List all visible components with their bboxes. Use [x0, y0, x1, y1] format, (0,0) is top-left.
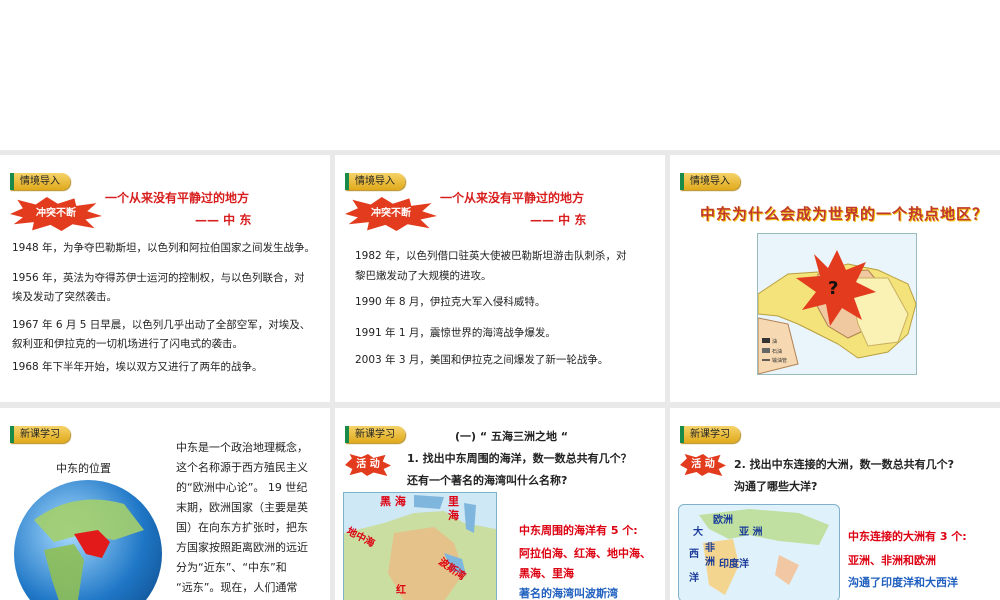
paragraph: 1991 年 1 月，震惊世界的海湾战争爆发。	[355, 327, 556, 339]
description-text: 中东是一个政治地理概念， 这个名称源于西方殖民主义 的“欧洲中心论”。 19 世…	[176, 441, 308, 594]
slide-thumbnail-1[interactable]: 情境导入 冲突不断 一个从来没有平静过的地方 —— 中 东 1948 年，为争夺…	[0, 155, 330, 402]
svg-text:西: 西	[689, 548, 699, 560]
section-heading: (一) “ 五海三洲之地 “	[455, 430, 569, 443]
svg-text:印度洋: 印度洋	[719, 557, 749, 570]
question-mark: ?	[828, 278, 838, 299]
paragraph: 1956 年，英法为夺得苏伊士运河的控制权，与以色列联合，对	[12, 272, 305, 284]
answer-title: 中东连接的大洲有 3 个:	[848, 530, 967, 543]
slide-title: 一个从来没有平静过的地方	[105, 191, 250, 205]
map-graphic: ? 油 石油 输油管	[757, 250, 917, 375]
paragraph: 1968 年下半年开始，埃以双方又进行了两年的战争。	[12, 361, 263, 373]
burst-badge: 冲突不断	[345, 197, 437, 231]
svg-text:输油管: 输油管	[772, 357, 787, 364]
seas-map: 黑 海 里 海 地中海 波斯湾 红	[343, 492, 497, 600]
question-1: 1. 找出中东周围的海洋，数一数总共有几个？	[407, 452, 632, 465]
blank-area	[0, 0, 1000, 150]
slide-thumbnail-4[interactable]: 新课学习 中东的位置 中东是一个政治地理概念， 这个名称源于西方殖民主义 的“欧…	[0, 408, 330, 600]
paragraph: 2003 年 3 月，美国和伊拉克之间爆发了新一轮战争。	[355, 354, 609, 366]
svg-text:大: 大	[693, 525, 703, 538]
continents-map: 欧洲 亚 洲 大 非 洲 西 洋 印度洋	[678, 504, 840, 600]
slide-thumbnail-6[interactable]: 新课学习 活 动 2. 找出中东连接的大洲，数一数总共有几个? 沟通了哪些大洋?…	[670, 408, 1000, 600]
svg-text:亚 洲: 亚 洲	[739, 526, 762, 538]
slide-thumbnail-2[interactable]: 情境导入 冲突不断 一个从来没有平静过的地方 —— 中 东 1982 年，以色列…	[335, 155, 665, 402]
question-1: 2. 找出中东连接的大洲，数一数总共有几个?	[734, 458, 955, 471]
paragraph: 1982 年，以色列借口驻英大使被巴勒斯坦游击队刺杀，对	[355, 250, 627, 262]
question-2: 沟通了哪些大洋?	[734, 480, 818, 493]
globe-image	[14, 480, 162, 600]
section-tag: 新课学习	[345, 426, 405, 443]
svg-text:非: 非	[705, 541, 715, 554]
svg-text:洋: 洋	[689, 571, 699, 584]
question-2: 还有一个著名的海湾叫什么名称?	[407, 474, 568, 487]
answer-title: 中东周围的海洋有 5 个:	[519, 524, 638, 537]
activity-badge: 活 动	[345, 454, 391, 476]
section-tag: 新课学习	[10, 426, 70, 443]
svg-text:红: 红	[396, 583, 406, 596]
svg-text:石油: 石油	[772, 348, 782, 355]
svg-text:欧洲: 欧洲	[713, 513, 733, 526]
burst-badge: 冲突不断	[10, 197, 102, 231]
slide-title: 一个从来没有平静过的地方	[440, 191, 585, 205]
answer-line-1: 亚洲、非洲和欧洲	[848, 554, 936, 567]
svg-text:黑 海: 黑 海	[380, 494, 406, 508]
paragraph: 1967 年 6 月 5 日早晨，以色列几乎出动了全部空军，对埃及、	[12, 319, 311, 331]
svg-text:里: 里	[448, 495, 459, 508]
slide-thumbnail-5[interactable]: 新课学习 (一) “ 五海三洲之地 “ 活 动 1. 找出中东周围的海洋，数一数…	[335, 408, 665, 600]
section-tag: 情境导入	[680, 173, 740, 190]
svg-text:油: 油	[772, 338, 777, 345]
slide-thumbnail-3[interactable]: 情境导入 中东为什么会成为世界的一个热点地区？ ? 油 石油 输油管	[670, 155, 1000, 402]
paragraph: 埃及发动了突然袭击。	[12, 291, 117, 303]
paragraph: 黎巴嫩发动了大规模的进攻。	[355, 270, 492, 282]
svg-text:海: 海	[448, 508, 459, 522]
section-tag: 情境导入	[345, 173, 405, 190]
svg-text:洲: 洲	[705, 556, 715, 568]
slide-subtitle: —— 中 东	[530, 213, 587, 227]
paragraph: 叙利亚和伊拉克的一切机场进行了闪电式的袭击。	[12, 338, 243, 350]
middle-east-map: ? 油 石油 输油管	[757, 233, 917, 375]
paragraph: 1948 年，为争夺巴勒斯坦，以色列和阿拉伯国家之间发生战争。	[12, 242, 316, 254]
section-tag: 新课学习	[680, 426, 740, 443]
globe-caption: 中东的位置	[56, 462, 111, 475]
answer-text: 阿拉伯海、红海、地中海、 黑海、里海 著名的海湾叫波斯湾	[519, 547, 651, 600]
question-title: 中东为什么会成为世界的一个热点地区？	[700, 205, 989, 223]
answer-line-2: 沟通了印度洋和大西洋	[848, 576, 958, 589]
paragraph: 1990 年 8 月，伊拉克大军入侵科威特。	[355, 296, 546, 308]
slide-subtitle: —— 中 东	[195, 213, 252, 227]
section-tag: 情境导入	[10, 173, 70, 190]
activity-badge: 活 动	[680, 454, 726, 476]
